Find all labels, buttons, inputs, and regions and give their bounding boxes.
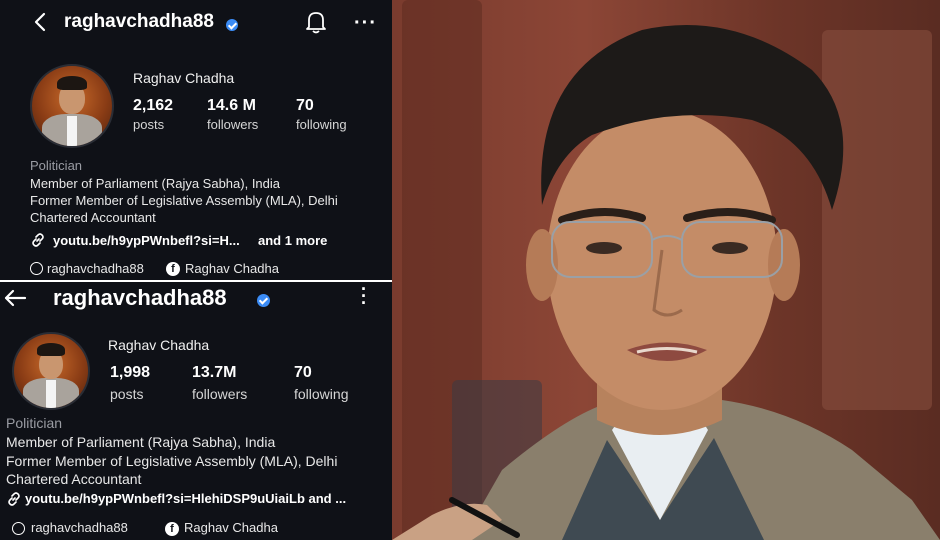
avatar[interactable] xyxy=(30,64,114,148)
display-name: Raghav Chadha xyxy=(108,337,210,353)
followers-count[interactable]: 13.7M xyxy=(192,364,236,382)
threads-handle[interactable]: raghavchadha88 xyxy=(47,261,144,276)
back-arrow-icon[interactable] xyxy=(3,288,27,313)
following-count[interactable]: 70 xyxy=(294,364,312,382)
posts-label: posts xyxy=(133,117,165,132)
facebook-icon: f xyxy=(165,522,179,536)
following-label: following xyxy=(296,117,347,132)
followers-count[interactable]: 14.6 M xyxy=(207,97,256,115)
verified-badge-icon xyxy=(257,294,270,308)
profile-category: Politician xyxy=(6,415,63,431)
more-options-icon[interactable]: ··· xyxy=(360,282,368,312)
display-name: Raghav Chadha xyxy=(133,70,235,86)
bio-line: Member of Parliament (Rajya Sabha), Indi… xyxy=(6,434,276,450)
link-icon xyxy=(30,232,46,253)
followers-label: followers xyxy=(207,117,259,132)
portrait-photo xyxy=(392,0,940,540)
profile-category: Politician xyxy=(30,158,83,173)
verified-badge-icon xyxy=(226,18,238,31)
posts-label: posts xyxy=(110,386,144,402)
link-icon xyxy=(6,491,22,512)
posts-count[interactable]: 2,162 xyxy=(133,97,173,115)
back-arrow-icon[interactable] xyxy=(32,11,48,38)
more-links[interactable]: and 1 more xyxy=(258,233,327,248)
facebook-name[interactable]: Raghav Chadha xyxy=(185,261,279,276)
posts-count[interactable]: 1,998 xyxy=(110,364,150,382)
bio-line: Former Member of Legislative Assembly (M… xyxy=(30,193,338,208)
facebook-name[interactable]: Raghav Chadha xyxy=(184,520,278,535)
bio-line: Chartered Accountant xyxy=(30,210,156,225)
bio-line: Chartered Accountant xyxy=(6,471,142,487)
profile-link[interactable]: youtu.be/h9ypPWnbefl?si=H... xyxy=(53,233,240,248)
threads-handle[interactable]: raghavchadha88 xyxy=(31,520,128,535)
more-options-icon[interactable]: ··· xyxy=(354,12,377,35)
threads-icon xyxy=(30,262,43,275)
following-label: following xyxy=(294,386,349,402)
facebook-icon: f xyxy=(166,262,180,276)
profile-username: raghavchadha88 xyxy=(53,285,227,310)
profile-screenshot-current: raghavchadha88 ··· Raghav Chadha 2,162 p… xyxy=(0,0,392,280)
profile-link[interactable]: youtu.be/h9ypPWnbefl?si=HlehiDSP9uUiaiLb… xyxy=(25,491,346,506)
bio-line: Former Member of Legislative Assembly (M… xyxy=(6,453,338,469)
threads-icon xyxy=(12,522,25,535)
profile-username: raghavchadha88 xyxy=(64,11,214,32)
bio-line: Member of Parliament (Rajya Sabha), Indi… xyxy=(30,176,281,191)
profile-screenshot-previous: raghavchadha88 · · · Raghav Chadha 1,998 p… xyxy=(0,282,392,540)
followers-label: followers xyxy=(192,386,248,402)
avatar[interactable] xyxy=(12,332,90,410)
bell-icon[interactable] xyxy=(305,10,327,39)
following-count[interactable]: 70 xyxy=(296,97,314,115)
